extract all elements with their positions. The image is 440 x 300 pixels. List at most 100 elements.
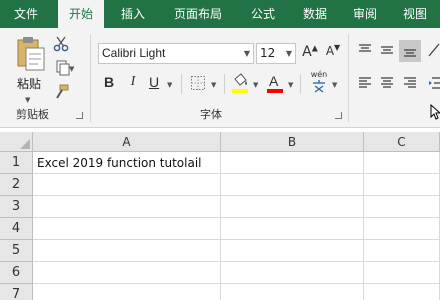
cell-b3[interactable] — [221, 196, 364, 218]
row-header-3[interactable]: 3 — [0, 196, 33, 218]
cell-c7[interactable] — [364, 284, 440, 300]
cell-a2[interactable] — [33, 174, 221, 196]
align-bottom-icon — [404, 49, 416, 57]
tab-formulas[interactable]: 公式 — [240, 0, 286, 28]
italic-button[interactable]: I — [125, 74, 141, 94]
cell-a1[interactable]: Excel 2019 function tutolail — [33, 152, 221, 174]
borders-button[interactable] — [189, 75, 207, 93]
font-color-icon: A — [267, 73, 283, 93]
clipboard-launcher-icon[interactable] — [76, 112, 83, 119]
paint-bucket-icon — [232, 73, 248, 93]
cell-a4[interactable] — [33, 218, 221, 240]
phonetic-dropdown-icon[interactable]: ▼ — [332, 81, 337, 89]
cell-b1[interactable] — [221, 152, 364, 174]
cell-a7[interactable] — [33, 284, 221, 300]
fill-color-dropdown-icon[interactable]: ▼ — [253, 81, 258, 89]
column-header-c[interactable]: C — [364, 132, 440, 152]
orientation-icon — [428, 43, 440, 57]
row-header-6[interactable]: 6 — [0, 262, 33, 284]
select-all-button[interactable] — [0, 132, 33, 152]
format-painter-button[interactable] — [52, 84, 70, 102]
font-family-select[interactable]: Calibri Light ▼ — [98, 43, 254, 64]
cell-b4[interactable] — [221, 218, 364, 240]
clipboard-group-label: 剪贴板 — [16, 108, 49, 121]
grow-font-icon: A▲ — [302, 43, 318, 60]
orientation-button[interactable] — [427, 42, 440, 60]
row-header-5[interactable]: 5 — [0, 240, 33, 262]
font-size-select[interactable]: 12 ▼ — [256, 43, 296, 64]
shrink-font-icon: A▼ — [325, 43, 341, 58]
font-divider — [181, 74, 182, 94]
highlight-swatch — [232, 89, 248, 93]
align-left-button[interactable] — [356, 75, 374, 93]
fill-color-button[interactable] — [231, 73, 249, 95]
cell-b7[interactable] — [221, 284, 364, 300]
indent-button[interactable] — [428, 75, 440, 93]
align-right-icon — [404, 77, 416, 88]
tab-file[interactable]: 文件 — [0, 0, 52, 28]
cell-c6[interactable] — [364, 262, 440, 284]
phonetic-guide-icon — [313, 80, 325, 93]
cell-a5[interactable] — [33, 240, 221, 262]
column-header-b[interactable]: B — [221, 132, 364, 152]
borders-dropdown-icon[interactable]: ▼ — [211, 81, 216, 89]
tab-view[interactable]: 视图 — [392, 0, 438, 28]
font-color-dropdown-icon[interactable]: ▼ — [288, 81, 293, 89]
cut-button[interactable] — [52, 36, 70, 54]
decrease-font-size-button[interactable]: A▼ — [324, 43, 342, 63]
paste-button[interactable]: 粘贴 ▼ — [8, 36, 50, 104]
column-header-a[interactable]: A — [33, 132, 221, 152]
align-top-icon — [359, 44, 371, 52]
bottom-align-button[interactable] — [399, 40, 421, 62]
row-header-4[interactable]: 4 — [0, 218, 33, 240]
cell-c1[interactable] — [364, 152, 440, 174]
copy-dropdown-icon[interactable]: ▼ — [69, 65, 74, 73]
cell-c2[interactable] — [364, 174, 440, 196]
top-align-button[interactable] — [356, 42, 374, 60]
underline-dropdown-icon[interactable]: ▼ — [167, 81, 172, 89]
cell-c5[interactable] — [364, 240, 440, 262]
align-center-icon — [381, 77, 393, 88]
row-header-7[interactable]: 7 — [0, 284, 33, 300]
underline-button[interactable]: U — [146, 74, 162, 94]
ribbon-home: 粘贴 ▼ ▼ 剪贴板 Calibri Light ▼ 12 ▼ A▲ A▼ B … — [0, 28, 440, 128]
increase-font-size-button[interactable]: A▲ — [301, 43, 319, 63]
mouse-cursor — [430, 103, 440, 120]
phonetic-guide-button[interactable]: wén — [306, 70, 332, 96]
ribbon-tab-bar: 文件 开始 插入 页面布局 公式 数据 审阅 视图 — [0, 0, 440, 28]
cell-a3[interactable] — [33, 196, 221, 218]
font-group-label: 字体 — [200, 108, 222, 121]
paste-dropdown-icon[interactable]: ▼ — [25, 96, 30, 104]
tab-data[interactable]: 数据 — [292, 0, 338, 28]
chevron-down-icon: ▼ — [285, 49, 292, 58]
font-color-button[interactable]: A — [266, 72, 284, 96]
font-launcher-icon[interactable] — [335, 112, 342, 119]
format-painter-icon — [56, 84, 69, 99]
cell-c3[interactable] — [364, 196, 440, 218]
row-header-1[interactable]: 1 — [0, 152, 33, 174]
bold-icon: B — [103, 74, 115, 90]
cell-b6[interactable] — [221, 262, 364, 284]
paste-icon — [17, 37, 45, 71]
cell-b5[interactable] — [221, 240, 364, 262]
middle-align-button[interactable] — [378, 42, 396, 60]
cell-b2[interactable] — [221, 174, 364, 196]
tab-home[interactable]: 开始 — [58, 0, 104, 28]
font-family-value: Calibri Light — [102, 46, 166, 60]
row-header-2[interactable]: 2 — [0, 174, 33, 196]
bold-button[interactable]: B — [101, 74, 117, 94]
pointer-icon — [430, 103, 440, 120]
align-right-button[interactable] — [401, 75, 419, 93]
font-divider — [224, 74, 225, 94]
tab-page-layout[interactable]: 页面布局 — [162, 0, 234, 28]
tab-insert[interactable]: 插入 — [110, 0, 156, 28]
chevron-down-icon: ▼ — [243, 49, 250, 58]
align-center-button[interactable] — [378, 75, 396, 93]
underline-icon: U — [148, 74, 160, 90]
cell-c4[interactable] — [364, 218, 440, 240]
copy-button[interactable]: ▼ — [52, 60, 74, 78]
scissors-icon — [53, 36, 69, 52]
tab-review[interactable]: 审阅 — [342, 0, 388, 28]
align-middle-icon — [381, 46, 393, 54]
cell-a6[interactable] — [33, 262, 221, 284]
